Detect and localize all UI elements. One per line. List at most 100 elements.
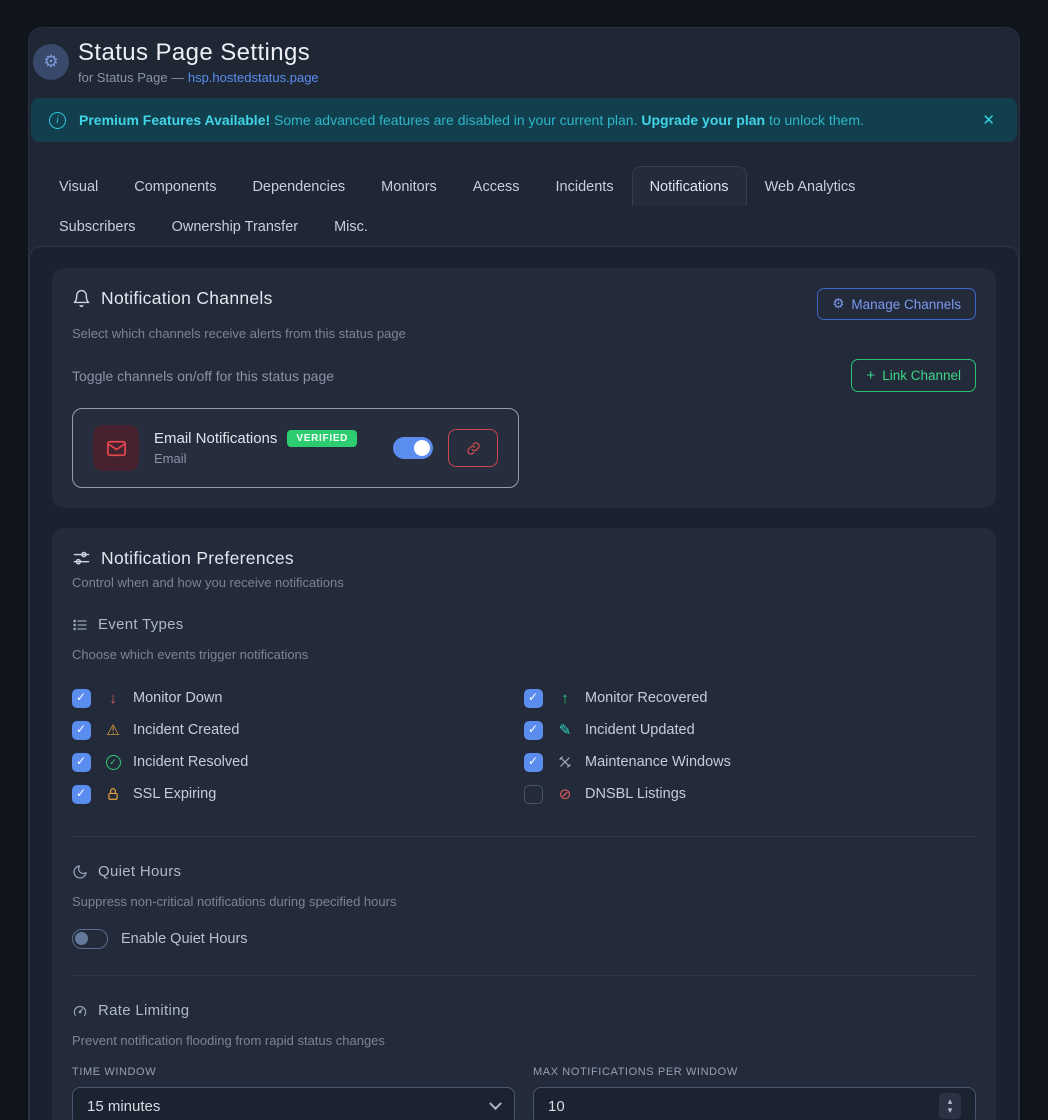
info-glyph: i: [56, 115, 58, 126]
event-label: DNSBL Listings: [585, 786, 686, 802]
section-divider: [72, 836, 976, 837]
check-circle-icon: ✓: [103, 755, 123, 770]
event-row-ssl-expiring[interactable]: SSL Expiring: [72, 778, 524, 810]
quiet-hours-header: Quiet Hours: [72, 863, 976, 880]
moon-icon: [72, 864, 88, 880]
notification-channels-card: Notification Channels ⚙ Manage Channels …: [52, 268, 996, 508]
arrow-up-icon: ↑: [555, 690, 575, 707]
time-window-label: TIME WINDOW: [72, 1066, 515, 1078]
event-row-incident-updated[interactable]: ✎ Incident Updated: [524, 714, 976, 746]
lock-icon: [103, 787, 123, 801]
event-row-monitor-recovered[interactable]: ↑ Monitor Recovered: [524, 682, 976, 714]
event-label: SSL Expiring: [133, 786, 216, 802]
checkbox-checked[interactable]: [524, 721, 543, 740]
rate-limiting-title: Rate Limiting: [98, 1002, 189, 1019]
page-subtitle: for Status Page — hsp.hostedstatus.page: [78, 70, 319, 85]
quiet-hours-subtitle: Suppress non-critical notifications duri…: [72, 894, 976, 909]
tools-icon: [555, 755, 575, 769]
tab-incidents[interactable]: Incidents: [538, 166, 632, 206]
checkbox-checked[interactable]: [72, 689, 91, 708]
time-window-select[interactable]: 15 minutes: [72, 1087, 515, 1120]
notifications-panel: Notification Channels ⚙ Manage Channels …: [29, 246, 1019, 1120]
toggle-knob: [414, 440, 430, 456]
checkbox-unchecked[interactable]: [524, 785, 543, 804]
checkbox-checked[interactable]: [72, 785, 91, 804]
banner-text: Premium Features Available! Some advance…: [79, 112, 864, 128]
tab-monitors[interactable]: Monitors: [363, 166, 455, 206]
tab-visual[interactable]: Visual: [41, 166, 116, 206]
stepper-down-icon[interactable]: ▾: [948, 1106, 953, 1115]
tab-dependencies[interactable]: Dependencies: [234, 166, 363, 206]
tab-row-2: Subscribers Ownership Transfer Misc.: [41, 206, 1007, 246]
checkbox-checked[interactable]: [524, 753, 543, 772]
event-types-title: Event Types: [98, 616, 184, 633]
channel-name: Email Notifications: [154, 430, 277, 447]
max-notifications-value: 10: [548, 1098, 565, 1115]
upgrade-plan-link[interactable]: Upgrade your plan: [641, 112, 765, 128]
checkbox-checked[interactable]: [524, 689, 543, 708]
event-row-dnsbl-listings[interactable]: ⊘ DNSBL Listings: [524, 778, 976, 810]
banner-title: Premium Features Available!: [79, 112, 270, 128]
manage-channels-button[interactable]: ⚙ Manage Channels: [817, 288, 976, 320]
channel-actions: [393, 429, 498, 467]
event-row-maintenance-windows[interactable]: Maintenance Windows: [524, 746, 976, 778]
tab-notifications[interactable]: Notifications: [632, 166, 747, 206]
event-types-grid: ↓ Monitor Down ⚠ Incident Created ✓ Inci…: [72, 682, 976, 810]
notification-preferences-card: Notification Preferences Control when an…: [52, 528, 996, 1120]
section-divider: [72, 975, 976, 976]
info-icon: i: [49, 112, 66, 129]
checkbox-checked[interactable]: [72, 753, 91, 772]
rate-limiting-form: TIME WINDOW 15 minutes MAX NOTIFICATIONS…: [72, 1066, 976, 1120]
tab-subscribers[interactable]: Subscribers: [41, 206, 154, 246]
event-label: Incident Resolved: [133, 754, 248, 770]
status-page-link[interactable]: hsp.hostedstatus.page: [188, 70, 319, 85]
email-icon: [93, 425, 139, 471]
link-channel-label: Link Channel: [882, 368, 961, 383]
quiet-hours-toggle[interactable]: [72, 929, 108, 949]
event-row-monitor-down[interactable]: ↓ Monitor Down: [72, 682, 524, 714]
channel-type: Email: [154, 451, 357, 466]
channel-card-email: Email Notifications VERIFIED Email: [72, 408, 519, 488]
channel-name-row: Email Notifications VERIFIED: [154, 430, 357, 447]
manage-channels-label: Manage Channels: [851, 297, 961, 312]
verified-badge: VERIFIED: [287, 430, 357, 447]
banner-message: Some advanced features are disabled in y…: [270, 112, 641, 128]
tab-components[interactable]: Components: [116, 166, 234, 206]
channels-title-wrap: Notification Channels: [72, 288, 273, 309]
event-label: Incident Updated: [585, 722, 695, 738]
subtitle-text: for Status Page —: [78, 70, 188, 85]
channels-subtitle: Select which channels receive alerts fro…: [72, 326, 976, 341]
quiet-hours-title: Quiet Hours: [98, 863, 181, 880]
email-channel-toggle[interactable]: [393, 437, 433, 459]
tab-misc[interactable]: Misc.: [316, 206, 386, 246]
event-row-incident-resolved[interactable]: ✓ Incident Resolved: [72, 746, 524, 778]
warning-triangle-icon: ⚠: [103, 721, 123, 739]
toggle-knob: [75, 932, 88, 945]
channel-info: Email Notifications VERIFIED Email: [154, 430, 357, 466]
close-icon[interactable]: ✕: [978, 107, 999, 133]
tab-web-analytics[interactable]: Web Analytics: [747, 166, 874, 206]
event-col-left: ↓ Monitor Down ⚠ Incident Created ✓ Inci…: [72, 682, 524, 810]
link-chain-icon: [466, 441, 481, 456]
checkbox-checked[interactable]: [72, 721, 91, 740]
premium-banner: i Premium Features Available! Some advan…: [31, 98, 1017, 142]
event-types-header: Event Types: [72, 616, 976, 633]
plus-icon: +: [866, 367, 875, 384]
number-stepper[interactable]: ▴▾: [939, 1093, 961, 1119]
event-types-subtitle: Choose which events trigger notification…: [72, 647, 976, 662]
max-notifications-input[interactable]: 10 ▴▾: [533, 1087, 976, 1120]
max-notifications-field: MAX NOTIFICATIONS PER WINDOW 10 ▴▾: [533, 1066, 976, 1120]
event-row-incident-created[interactable]: ⚠ Incident Created: [72, 714, 524, 746]
link-channel-button[interactable]: + Link Channel: [851, 359, 976, 392]
list-icon: [72, 617, 88, 633]
quiet-hours-toggle-row: Enable Quiet Hours: [72, 929, 976, 949]
tab-bar: Visual Components Dependencies Monitors …: [29, 166, 1019, 246]
preferences-subtitle: Control when and how you receive notific…: [72, 575, 976, 590]
chevron-down-icon: [489, 1097, 502, 1110]
page-header: ⚙ Status Page Settings for Status Page —…: [29, 28, 1019, 85]
tab-ownership-transfer[interactable]: Ownership Transfer: [154, 206, 317, 246]
preferences-title-wrap: Notification Preferences: [72, 548, 976, 569]
tab-access[interactable]: Access: [455, 166, 538, 206]
toggle-hint: Toggle channels on/off for this status p…: [72, 368, 334, 384]
unlink-channel-button[interactable]: [448, 429, 498, 467]
